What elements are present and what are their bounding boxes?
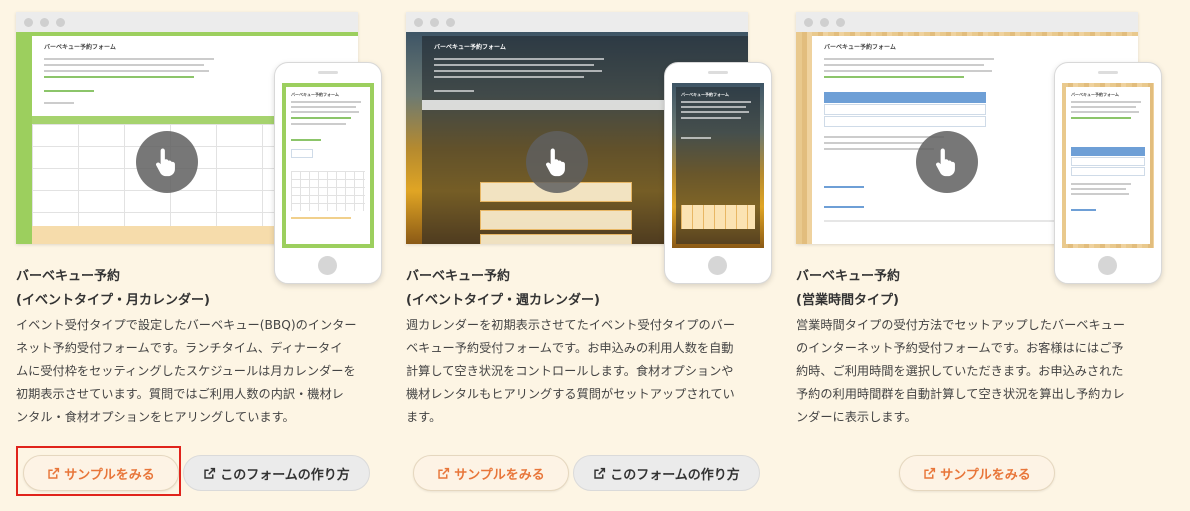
template-card-monthly: バーベキュー予約フォーム バーベキュー予約フォーム バーベキュー予約 (イベント… bbox=[16, 0, 396, 511]
hand-pointer-icon bbox=[136, 131, 198, 193]
sample-button[interactable]: サンプルをみる bbox=[899, 455, 1055, 491]
how-to-button-label: このフォームの作り方 bbox=[610, 467, 740, 483]
template-card-weekly: バーベキュー予約フォーム バーベキュー予約フォーム バーベキュー予約 (イベント… bbox=[406, 0, 786, 511]
preview-form-title: バーベキュー予約フォーム bbox=[434, 44, 506, 51]
how-to-button[interactable]: このフォームの作り方 bbox=[573, 455, 760, 491]
how-to-button-label: このフォームの作り方 bbox=[220, 467, 350, 483]
preview-form-title: バーベキュー予約フォーム bbox=[824, 44, 896, 51]
browser-bar bbox=[16, 12, 358, 32]
phone-screen: バーベキュー予約フォーム bbox=[1062, 83, 1154, 248]
sample-button[interactable]: サンプルをみる bbox=[413, 455, 569, 491]
external-link-icon bbox=[594, 467, 606, 479]
external-link-icon bbox=[924, 467, 936, 479]
card-description: イベント受付タイプで設定したバーベキュー(BBQ)のインター ネット予約受付フォ… bbox=[16, 318, 357, 424]
hand-pointer-icon bbox=[526, 131, 588, 193]
phone-preview[interactable]: バーベキュー予約フォーム bbox=[274, 62, 382, 284]
external-link-icon bbox=[204, 467, 216, 479]
browser-bar bbox=[406, 12, 748, 32]
phone-preview[interactable]: バーベキュー予約フォーム bbox=[1054, 62, 1162, 284]
card-title: バーベキュー予約 (営業時間タイプ) bbox=[796, 269, 901, 308]
external-link-icon bbox=[438, 467, 450, 479]
how-to-button[interactable]: このフォームの作り方 bbox=[183, 455, 370, 491]
card-description: 週カレンダーを初期表示させてたイベント受付タイプのバー ベキュー予約受付フォーム… bbox=[406, 318, 736, 424]
hand-pointer-icon bbox=[916, 131, 978, 193]
card-description: 営業時間タイプの受付方法でセットアップしたバーベキュー のインターネット予約受付… bbox=[796, 318, 1126, 424]
sample-button-label: サンプルをみる bbox=[940, 467, 1031, 483]
phone-screen: バーベキュー予約フォーム bbox=[672, 83, 764, 248]
sample-button-highlight bbox=[16, 446, 181, 496]
card-title: バーベキュー予約 (イベントタイプ・月カレンダー) bbox=[16, 269, 210, 308]
browser-bar bbox=[796, 12, 1138, 32]
phone-preview[interactable]: バーベキュー予約フォーム bbox=[664, 62, 772, 284]
preview-form-title: バーベキュー予約フォーム bbox=[44, 44, 116, 51]
phone-screen: バーベキュー予約フォーム bbox=[282, 83, 374, 248]
card-title: バーベキュー予約 (イベントタイプ・週カレンダー) bbox=[406, 269, 600, 308]
template-card-business-hours: バーベキュー予約フォーム バーベキュー予約フォーム バーベキュー予約 (営業時間… bbox=[796, 0, 1176, 511]
sample-button-label: サンプルをみる bbox=[454, 467, 545, 483]
